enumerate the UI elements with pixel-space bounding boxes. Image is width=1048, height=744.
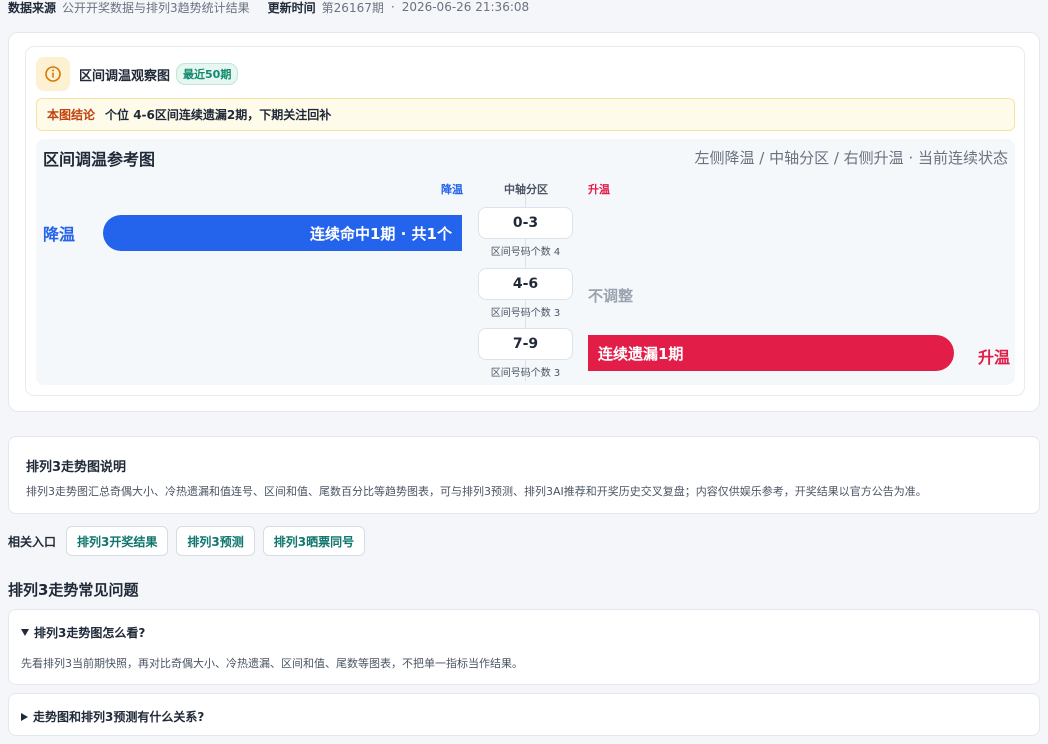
column-header-center: 中轴分区: [504, 183, 548, 196]
source-value: 公开开奖数据与排列3趋势统计结果: [62, 0, 250, 15]
faq-question-1-text: 排列3走势图怎么看?: [34, 626, 146, 640]
related-links: 相关入口 排列3开奖结果 排列3预测 排列3晒票同号: [8, 526, 373, 556]
caret-down-icon: [21, 629, 29, 636]
update-datetime: 2026-06-26 21:36:08: [401, 0, 530, 14]
info-icon: [36, 57, 70, 91]
description-card: 排列3走势图说明 排列3走势图汇总奇偶大小、冷热遗漏和值连号、区间和值、尾数百分…: [8, 436, 1040, 514]
faq-question-2-text: 走势图和排列3预测有什么关系?: [33, 710, 205, 724]
faq-heading: 排列3走势常见问题: [8, 581, 139, 599]
zone-chart: 区间调温参考图 左侧降温 / 中轴分区 / 右侧升温 · 当前连续状态 降温 中…: [36, 139, 1015, 385]
zone-4-6: 4-6: [478, 268, 573, 300]
link-draw-results[interactable]: 排列3开奖结果: [66, 526, 169, 556]
link-prediction[interactable]: 排列3预测: [176, 526, 255, 556]
link-ticket-share[interactable]: 排列3晒票同号: [262, 526, 366, 556]
zone-0-3: 0-3: [478, 207, 573, 239]
faq-question-2[interactable]: 走势图和排列3预测有什么关系?: [21, 708, 204, 725]
row-side-label-cool: 降温: [43, 225, 76, 244]
faq-answer-1: 先看排列3当前期快照，再对比奇偶大小、冷热遗漏、区间和值、尾数等图表，不把单一指…: [21, 657, 523, 670]
source-label: 数据来源: [8, 0, 57, 15]
row-side-label-warm: 升温: [978, 348, 1011, 367]
column-header-cool: 降温: [441, 183, 463, 196]
panel-title: 区间调温观察图: [79, 68, 171, 84]
chart-card: 区间调温观察图 最近50期 本图结论 个位 4-6区间连续遗漏2期，下期关注回补…: [8, 32, 1040, 412]
warming-bar: 连续遗漏1期: [588, 335, 954, 371]
zone-7-9: 7-9: [478, 328, 573, 360]
faq-question-1[interactable]: 排列3走势图怎么看?: [21, 624, 145, 641]
faq-item-collapsed: 走势图和排列3预测有什么关系?: [8, 693, 1040, 736]
chart-title: 区间调温参考图: [43, 150, 156, 169]
description-title: 排列3走势图说明: [26, 460, 127, 475]
chart-subtitle: 左侧降温 / 中轴分区 / 右侧升温 · 当前连续状态: [694, 149, 1009, 167]
meta-separator: ·: [390, 0, 395, 14]
range-badge: 最近50期: [176, 63, 239, 85]
conclusion-text: 个位 4-6区间连续遗漏2期，下期关注回补: [105, 108, 332, 122]
panel-header: 区间调温观察图 最近50期: [36, 57, 239, 91]
faq-item-expanded: 排列3走势图怎么看? 先看排列3当前期快照，再对比奇偶大小、冷热遗漏、区间和值、…: [8, 609, 1040, 685]
caret-right-icon: [21, 712, 28, 721]
zone-4-6-note: 区间号码个数 3: [490, 308, 561, 319]
column-header-warm: 升温: [588, 183, 610, 196]
zone-0-3-note: 区间号码个数 4: [490, 247, 561, 258]
description-body: 排列3走势图汇总奇偶大小、冷热遗漏和值连号、区间和值、尾数百分比等趋势图表，可与…: [26, 485, 927, 498]
no-adjust-label: 不调整: [588, 287, 634, 305]
conclusion-banner: 本图结论 个位 4-6区间连续遗漏2期，下期关注回补: [36, 98, 1015, 131]
cooling-bar: 连续命中1期 · 共1个: [103, 215, 462, 251]
zone-7-9-note: 区间号码个数 3: [490, 368, 561, 379]
chart-panel: 区间调温观察图 最近50期 本图结论 个位 4-6区间连续遗漏2期，下期关注回补…: [25, 46, 1025, 396]
related-label: 相关入口: [8, 534, 57, 549]
conclusion-label: 本图结论: [47, 108, 96, 122]
update-label: 更新时间: [267, 0, 316, 15]
issue-number: 第26167期: [321, 0, 384, 15]
meta-bar: 数据来源 公开开奖数据与排列3趋势统计结果 更新时间 第26167期 · 202…: [8, 0, 530, 15]
